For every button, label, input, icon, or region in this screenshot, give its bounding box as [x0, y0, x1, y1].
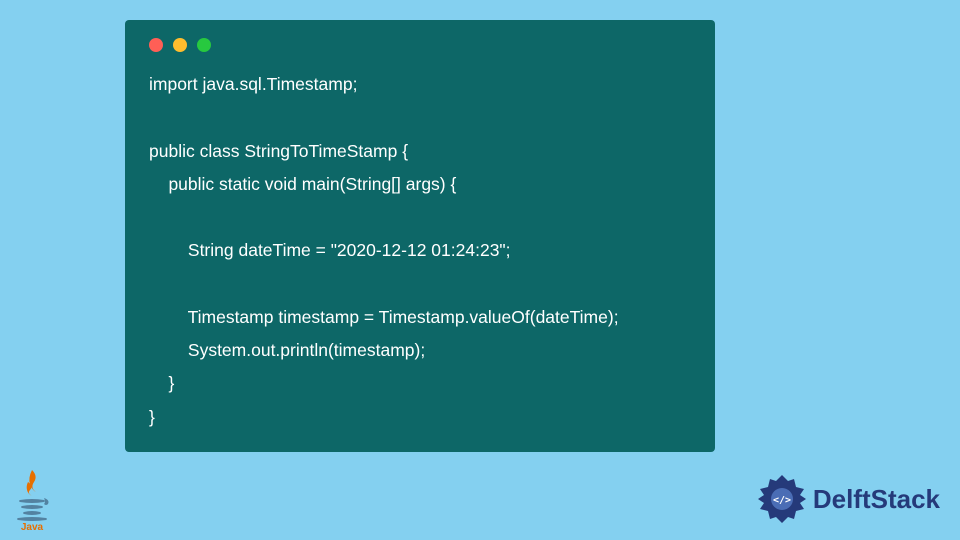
code-window: import java.sql.Timestamp; public class … — [125, 20, 715, 452]
java-logo-icon: Java — [10, 468, 54, 532]
svg-text:</>: </> — [773, 495, 791, 506]
window-controls — [149, 38, 691, 52]
code-content: import java.sql.Timestamp; public class … — [149, 68, 691, 434]
close-icon — [149, 38, 163, 52]
minimize-icon — [173, 38, 187, 52]
java-label: Java — [21, 522, 44, 532]
delftstack-logo-icon: </> — [755, 472, 809, 526]
delftstack-text: DelftStack — [813, 484, 940, 515]
maximize-icon — [197, 38, 211, 52]
delftstack-brand: </> DelftStack — [755, 472, 940, 526]
